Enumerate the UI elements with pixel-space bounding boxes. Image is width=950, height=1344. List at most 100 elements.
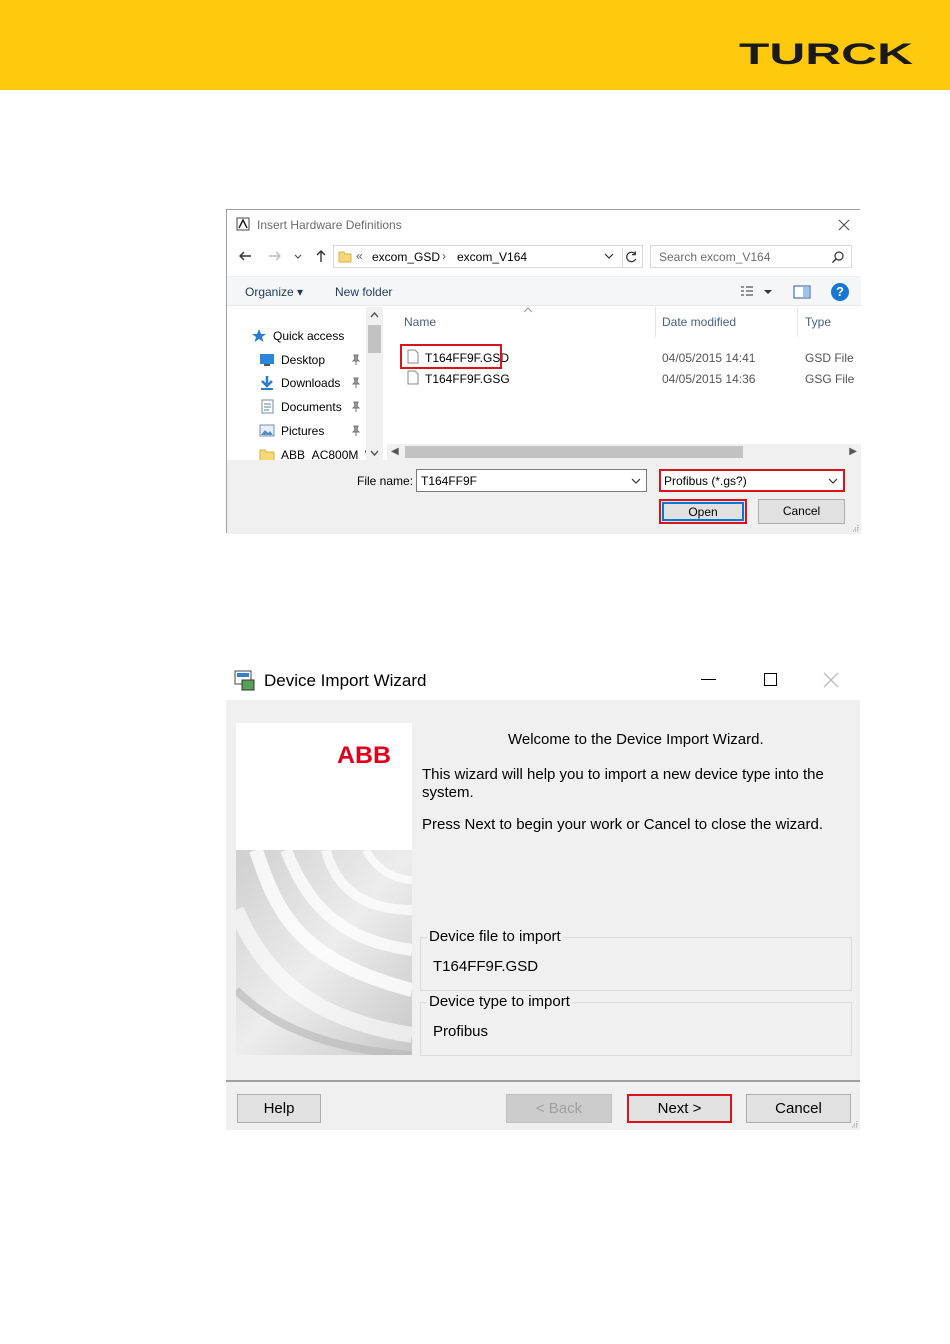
file-type-value: Profibus (*.gs?) [664, 474, 747, 488]
file-type-select[interactable]: Profibus (*.gs?) [659, 469, 845, 492]
pin-icon [351, 401, 361, 412]
breadcrumb-excom-gsd[interactable]: excom_GSD [372, 250, 440, 264]
file-type: GSG File [805, 372, 855, 386]
close-icon[interactable] [833, 214, 855, 236]
file-name-value: T164FF9F [421, 474, 478, 488]
device-file-value: T164FF9F.GSD [433, 958, 539, 975]
column-header-type[interactable]: Type [805, 315, 831, 329]
chevron-down-icon[interactable] [631, 477, 641, 485]
wizard-titlebar: Device Import Wizard [226, 662, 860, 700]
file-icon [407, 370, 419, 385]
nav-item-label: ABB_AC800M_W [281, 448, 377, 460]
nav-item-pictures[interactable]: Pictures [227, 420, 367, 442]
scroll-up-icon[interactable] [369, 310, 380, 320]
header-banner: TURCK [0, 0, 950, 90]
abb-logo: ABB [337, 742, 391, 767]
nav-item-label: Desktop [281, 353, 326, 367]
search-input[interactable]: Search excom_V164 [650, 245, 852, 268]
device-type-group: Device type to import Profibus [420, 993, 852, 1056]
instruction-text: Press Next to begin your work or Cancel … [422, 816, 824, 833]
cancel-button[interactable]: Cancel [746, 1094, 851, 1123]
breadcrumb-overflow[interactable]: « [356, 249, 363, 263]
sort-ascending-icon [523, 307, 533, 313]
close-icon[interactable] [822, 671, 840, 689]
wizard-footer: Help < Back Next > Cancel [226, 1080, 860, 1130]
help-icon[interactable]: ? [831, 283, 849, 301]
file-type: GSD File [805, 351, 854, 365]
file-name-input[interactable]: T164FF9F [416, 469, 647, 492]
scroll-left-icon[interactable]: ◀ [391, 446, 399, 457]
search-icon [832, 251, 844, 263]
pin-icon [351, 425, 361, 436]
address-bar[interactable]: « excom_GSD › excom_V164 [333, 245, 643, 268]
navigation-pane: Quick access Desktop Downloads Documents… [227, 307, 383, 460]
nav-item-label: Downloads [281, 376, 341, 390]
wizard-title: Device Import Wizard [264, 671, 427, 690]
highlight-box [400, 344, 502, 369]
nav-pane-scrollbar[interactable] [366, 307, 383, 460]
desktop-icon [260, 354, 274, 366]
dialog-title: Insert Hardware Definitions [257, 218, 402, 232]
maximize-icon[interactable] [764, 673, 777, 686]
nav-item-label: Pictures [281, 424, 325, 438]
dialog-footer: File name: T164FF9F Profibus (*.gs?) Ope… [227, 460, 861, 534]
column-header-name[interactable]: Name [404, 315, 436, 329]
scroll-thumb[interactable] [405, 446, 743, 458]
preview-pane-icon[interactable] [793, 284, 811, 300]
device-import-wizard: Device Import Wizard ABB Welcome to the … [226, 662, 860, 1130]
new-folder-button[interactable]: New folder [335, 285, 392, 299]
horizontal-scrollbar[interactable]: ◀ ▶ [387, 444, 861, 460]
recent-locations-chevron-icon[interactable] [293, 248, 303, 264]
scroll-thumb[interactable] [368, 325, 381, 353]
minimize-icon[interactable] [701, 679, 716, 680]
documents-icon [261, 399, 274, 414]
wizard-body: ABB Welcome to the Device Import Wizard.… [226, 700, 860, 1080]
nav-item-abb-folder[interactable]: ABB_AC800M_W [227, 444, 376, 460]
scroll-right-icon[interactable]: ▶ [849, 446, 857, 457]
navigation-bar: « excom_GSD › excom_V164 Search excom_V1… [227, 244, 861, 270]
nav-item-documents[interactable]: Documents [227, 396, 367, 418]
next-button[interactable]: Next > [627, 1094, 732, 1123]
decorative-swirl-image [236, 850, 412, 1055]
help-button[interactable]: Help [237, 1094, 321, 1123]
file-list: Name Date modified Type T164FF9F.GSD 04/… [387, 307, 861, 443]
column-divider [797, 307, 798, 337]
change-view-icon[interactable] [739, 284, 775, 300]
organize-menu[interactable]: Organize ▾ [245, 285, 303, 299]
chevron-down-icon[interactable] [828, 477, 838, 485]
scroll-down-icon[interactable] [369, 448, 380, 458]
resize-grip-icon[interactable] [851, 524, 859, 532]
nav-item-desktop[interactable]: Desktop [227, 349, 367, 371]
address-dropdown-icon[interactable] [604, 252, 614, 260]
resize-grip-icon[interactable] [850, 1120, 858, 1128]
file-date: 04/05/2015 14:41 [662, 351, 756, 365]
insert-hardware-dialog: Insert Hardware Definitions « excom_GSD … [226, 209, 861, 534]
nav-item-quick-access[interactable]: Quick access [227, 325, 359, 347]
download-icon [261, 376, 273, 390]
svg-text:ABB: ABB [337, 742, 391, 767]
device-type-value: Profibus [433, 1023, 489, 1040]
nav-item-downloads[interactable]: Downloads [227, 372, 367, 394]
up-arrow-icon[interactable] [313, 248, 329, 264]
device-file-group: Device file to import T164FF9F.GSD [420, 928, 852, 991]
device-type-label: Device type to import [427, 993, 572, 1010]
column-header-date[interactable]: Date modified [662, 315, 736, 329]
nav-item-label: Quick access [273, 329, 345, 343]
cancel-button[interactable]: Cancel [758, 499, 845, 524]
forward-arrow-icon[interactable] [267, 248, 283, 264]
file-date: 04/05/2015 14:36 [662, 372, 756, 386]
nav-item-label: Documents [281, 400, 342, 414]
refresh-icon[interactable] [622, 248, 640, 266]
folder-icon [259, 449, 275, 460]
pictures-icon [259, 424, 275, 437]
back-arrow-icon[interactable] [237, 248, 253, 264]
folder-icon [338, 251, 352, 263]
open-button[interactable]: Open [659, 499, 747, 524]
svg-text:TURCK: TURCK [739, 38, 914, 70]
breadcrumb-excom-v164[interactable]: excom_V164 [457, 250, 527, 264]
back-button: < Back [506, 1094, 612, 1123]
command-bar: Organize ▾ New folder ? [227, 276, 861, 306]
search-placeholder: Search excom_V164 [659, 250, 771, 264]
file-row[interactable]: T164FF9F.GSG 04/05/2015 14:36 GSG File [387, 368, 861, 388]
dialog-titlebar: Insert Hardware Definitions [227, 210, 861, 240]
